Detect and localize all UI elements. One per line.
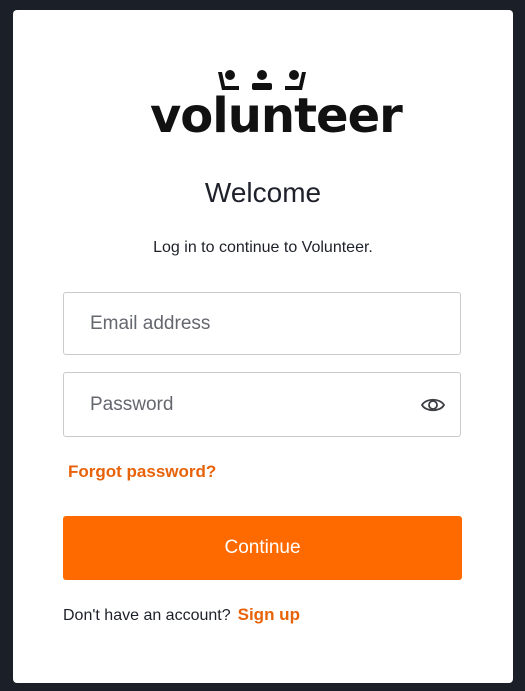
login-card: volunteer Welcome Log in to continue to … — [13, 10, 513, 683]
continue-button[interactable]: Continue — [63, 516, 462, 580]
signup-row: Don't have an account? Sign up — [63, 604, 300, 627]
password-field-container — [63, 372, 461, 437]
forgot-password-link[interactable]: Forgot password? — [68, 461, 216, 483]
sign-up-link[interactable]: Sign up — [238, 605, 300, 624]
page-subtitle: Log in to continue to Volunteer. — [153, 239, 373, 256]
eye-icon[interactable] — [420, 393, 446, 417]
logo-wordmark: volunteer — [150, 88, 403, 144]
volunteer-logo: volunteer — [150, 68, 403, 148]
password-input[interactable] — [90, 373, 410, 436]
email-field-container — [63, 292, 461, 355]
signup-prompt: Don't have an account? — [63, 607, 231, 624]
email-input[interactable] — [90, 293, 420, 354]
page-title: Welcome — [204, 177, 322, 208]
